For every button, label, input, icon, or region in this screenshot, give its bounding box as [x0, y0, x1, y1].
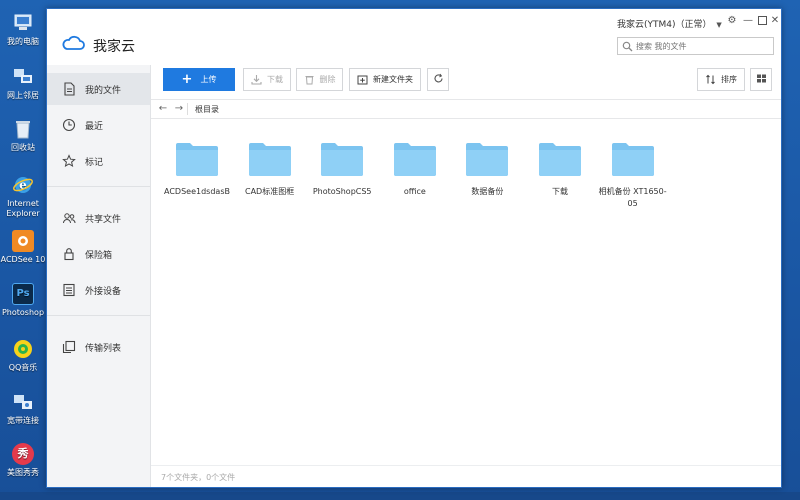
- breadcrumb-root[interactable]: 根目录: [195, 104, 219, 115]
- plus-icon: +: [181, 71, 193, 87]
- folder-name: 下载: [552, 187, 568, 196]
- refresh-button[interactable]: [427, 68, 449, 91]
- sidebar-item-my-files[interactable]: 我的文件: [47, 73, 150, 105]
- forward-arrow-icon[interactable]: →: [173, 103, 185, 115]
- sidebar-item-starred[interactable]: 标记: [47, 145, 150, 177]
- desktop-icon-qq-music[interactable]: QQ音乐: [0, 338, 46, 373]
- recycle-bin-icon: [12, 118, 34, 140]
- upload-button[interactable]: + 上传: [163, 68, 235, 91]
- device-list-icon: [62, 283, 76, 297]
- sidebar-item-transfers[interactable]: 传输列表: [47, 331, 150, 363]
- folder-icon: [320, 141, 364, 177]
- desktop-icon-my-computer[interactable]: 我的电脑: [0, 12, 46, 47]
- settings-icon[interactable]: ⚙: [725, 14, 739, 28]
- meitu-icon: 秀: [12, 443, 34, 465]
- taskbar: [0, 492, 800, 500]
- search-icon: [622, 41, 633, 52]
- close-icon[interactable]: ✕: [768, 14, 782, 28]
- sidebar-divider: [47, 315, 150, 316]
- desktop-icon-recycle-bin[interactable]: 回收站: [0, 118, 46, 153]
- app-title: 我家云: [93, 39, 135, 55]
- document-icon: [62, 82, 76, 96]
- folder-icon: [393, 141, 437, 177]
- chevron-down-icon: ▼: [716, 21, 722, 29]
- qq-music-icon: [12, 338, 34, 360]
- file-grid: ACDSee1dsdasB CAD标准图框 PhotoShopCS5 office 数据…: [151, 119, 781, 465]
- star-icon: [62, 154, 76, 168]
- folder-item[interactable]: office: [379, 141, 451, 198]
- folder-item[interactable]: CAD标准图框: [234, 141, 306, 198]
- minimize-icon[interactable]: —: [741, 14, 755, 28]
- delete-button[interactable]: 删除: [296, 68, 343, 91]
- folder-name: office: [403, 187, 426, 196]
- photoshop-icon: Ps: [12, 283, 34, 305]
- acdsee-icon: [12, 230, 34, 252]
- desktop-icon-photoshop[interactable]: Ps Photoshop: [0, 283, 46, 318]
- download-button[interactable]: 下载: [243, 68, 291, 91]
- folder-item[interactable]: 下载: [524, 141, 596, 198]
- breadcrumb-divider: [187, 103, 188, 115]
- status-summary: 7个文件夹，0个文件: [161, 473, 236, 482]
- folder-icon: [465, 141, 509, 177]
- sort-button[interactable]: 排序: [697, 68, 745, 91]
- network-icon: [12, 66, 34, 88]
- sidebar-item-external-devices[interactable]: 外接设备: [47, 274, 150, 306]
- desktop-icon-ie[interactable]: e Internet Explorer: [0, 174, 46, 219]
- search-box[interactable]: [617, 37, 774, 55]
- folder-icon: [248, 141, 292, 177]
- folder-name: CAD标准图框: [244, 187, 295, 196]
- maximize-icon[interactable]: [755, 14, 769, 28]
- folder-item[interactable]: 数据备份: [451, 141, 523, 198]
- search-input[interactable]: [636, 39, 770, 53]
- sidebar-item-recent[interactable]: 最近: [47, 109, 150, 141]
- new-folder-icon: [357, 74, 368, 85]
- folder-name: ACDSee1dsdasB: [164, 187, 230, 196]
- cloud-logo-icon: [61, 35, 85, 51]
- sidebar: 我的文件 最近 标记 共享文件 保险箱 外接设备 传输列表: [47, 65, 151, 487]
- folder-item[interactable]: 相机备份 XT1650-05: [597, 141, 669, 210]
- account-status[interactable]: 我家云(YTM4)（正常） ▼: [617, 17, 722, 30]
- download-icon: [251, 74, 262, 85]
- desktop-icon-meitu[interactable]: 秀 美图秀秀: [0, 443, 46, 478]
- app-window: 我家云 我家云(YTM4)（正常） ▼ ⚙ — ✕ 我的文件: [46, 8, 782, 488]
- ie-icon: e: [12, 174, 34, 196]
- toolbar: + 上传 下载 删除 新建文件夹 排序: [151, 65, 781, 99]
- title-bar: 我家云 我家云(YTM4)（正常） ▼ ⚙ — ✕: [47, 9, 781, 65]
- breadcrumb: ← → 根目录: [151, 99, 781, 119]
- new-folder-button[interactable]: 新建文件夹: [349, 68, 421, 91]
- computer-icon: [12, 12, 34, 34]
- sidebar-item-shared[interactable]: 共享文件: [47, 202, 150, 234]
- folder-item[interactable]: PhotoShopCS5: [306, 141, 378, 198]
- folder-icon: [538, 141, 582, 177]
- sidebar-item-safe[interactable]: 保险箱: [47, 238, 150, 270]
- broadband-icon: [12, 391, 34, 413]
- desktop-icon-acdsee[interactable]: ACDSee 10: [0, 230, 46, 265]
- sidebar-divider: [47, 186, 150, 187]
- lock-icon: [62, 247, 76, 261]
- back-arrow-icon[interactable]: ←: [157, 103, 169, 115]
- clock-icon: [62, 118, 76, 132]
- trash-icon: [304, 74, 315, 85]
- folder-name: 相机备份 XT1650-05: [598, 187, 667, 208]
- transfer-icon: [62, 340, 76, 354]
- desktop-icon-broadband[interactable]: 宽带连接: [0, 391, 46, 426]
- folder-name: 数据备份: [471, 187, 504, 196]
- sort-icon: [705, 74, 716, 85]
- desktop-icon-network[interactable]: 网上邻居: [0, 66, 46, 101]
- view-toggle-button[interactable]: [750, 68, 772, 91]
- folder-icon: [611, 141, 655, 177]
- users-icon: [62, 211, 76, 225]
- grid-view-icon: [756, 73, 767, 86]
- folder-icon: [175, 141, 219, 177]
- desktop-icons: 我的电脑 网上邻居 回收站 e Internet Explorer ACDSee…: [0, 0, 46, 500]
- folder-item[interactable]: ACDSee1dsdasB: [161, 141, 233, 198]
- refresh-icon: [433, 73, 444, 86]
- status-bar: 7个文件夹，0个文件: [151, 465, 781, 487]
- folder-name: PhotoShopCS5: [312, 187, 372, 196]
